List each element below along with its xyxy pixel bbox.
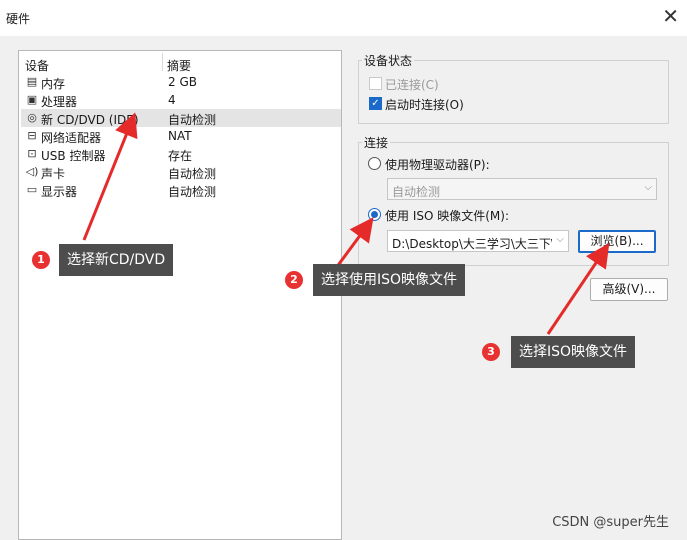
- device-name: 显示器: [41, 185, 78, 199]
- usb-icon: ⊡: [27, 147, 37, 160]
- device-summary: NAT: [168, 129, 192, 143]
- device-row-processor[interactable]: ▣ 处理器 4: [21, 91, 341, 109]
- step-badge-1: 1: [32, 251, 50, 269]
- connect-on-power-on-label: 启动时连接(O): [385, 98, 464, 112]
- device-name: USB 控制器: [41, 149, 106, 163]
- device-summary: 4: [168, 93, 176, 107]
- device-summary: 2 GB: [168, 75, 197, 89]
- physical-drive-radio[interactable]: [368, 157, 381, 170]
- device-row-cd-dvd[interactable]: ◎ 新 CD/DVD (IDE) 自动检测: [21, 109, 341, 127]
- browse-button[interactable]: 浏览(B)...: [578, 230, 656, 253]
- device-summary: 自动检测: [168, 113, 217, 127]
- callout-2: 选择使用ISO映像文件: [313, 264, 466, 296]
- device-name: 网络适配器: [41, 131, 102, 145]
- device-row-sound[interactable]: ◁) 声卡 自动检测: [21, 163, 341, 181]
- cpu-icon: ▣: [26, 93, 38, 106]
- device-name: 新 CD/DVD (IDE): [41, 113, 139, 127]
- physical-drive-select-value: 自动检测: [392, 185, 441, 199]
- callout-1: 选择新CD/DVD: [59, 244, 174, 276]
- connected-checkbox[interactable]: [369, 77, 382, 90]
- connect-on-power-on-checkbox[interactable]: ✓: [369, 97, 382, 110]
- device-row-memory[interactable]: ▤ 内存 2 GB: [21, 73, 341, 91]
- iso-image-radio[interactable]: [368, 208, 381, 221]
- device-name: 声卡: [41, 167, 66, 181]
- physical-drive-label: 使用物理驱动器(P):: [385, 158, 490, 172]
- device-summary: 存在: [168, 149, 193, 163]
- callout-3: 选择ISO映像文件: [511, 336, 636, 368]
- device-row-display[interactable]: ▭ 显示器 自动检测: [21, 181, 341, 199]
- step-badge-2: 2: [285, 271, 303, 289]
- cd-dvd-icon: ◎: [27, 111, 37, 124]
- chevron-down-icon: ⌵: [556, 234, 564, 245]
- connected-label: 已连接(C): [385, 78, 439, 92]
- device-name: 处理器: [41, 95, 78, 109]
- device-status-label: 设备状态: [362, 52, 415, 69]
- column-divider[interactable]: [162, 53, 163, 71]
- watermark: CSDN @super先生: [552, 515, 669, 530]
- iso-image-label: 使用 ISO 映像文件(M):: [385, 209, 509, 223]
- chevron-down-icon: ⌵: [644, 182, 652, 193]
- column-header-device[interactable]: 设备: [25, 57, 49, 74]
- advanced-button[interactable]: 高级(V)...: [590, 278, 668, 301]
- column-header-summary[interactable]: 摘要: [167, 57, 191, 74]
- connection-label: 连接: [362, 134, 391, 151]
- display-icon: ▭: [26, 183, 38, 196]
- device-row-network[interactable]: ⊟ 网络适配器 NAT: [21, 127, 341, 145]
- close-icon[interactable]: ✕: [662, 6, 679, 26]
- window-title: 硬件: [6, 12, 31, 26]
- device-summary: 自动检测: [168, 185, 217, 199]
- device-summary: 自动检测: [168, 167, 217, 181]
- memory-icon: ▤: [26, 75, 38, 88]
- title-bar: 硬件 ✕: [0, 0, 687, 36]
- device-row-usb[interactable]: ⊡ USB 控制器 存在: [21, 145, 341, 163]
- device-list: 设备 摘要 ▤ 内存 2 GB ▣ 处理器 4 ◎ 新 CD/DVD (IDE)…: [18, 50, 342, 540]
- network-icon: ⊟: [27, 129, 37, 142]
- sound-icon: ◁): [25, 165, 39, 178]
- iso-path-value: D:\Desktop\大三学习\大三下\: [392, 237, 552, 251]
- device-name: 内存: [41, 77, 66, 91]
- iso-path-combobox[interactable]: D:\Desktop\大三学习\大三下\ ⌵: [387, 230, 569, 252]
- physical-drive-select[interactable]: 自动检测 ⌵: [387, 178, 657, 200]
- step-badge-3: 3: [482, 343, 500, 361]
